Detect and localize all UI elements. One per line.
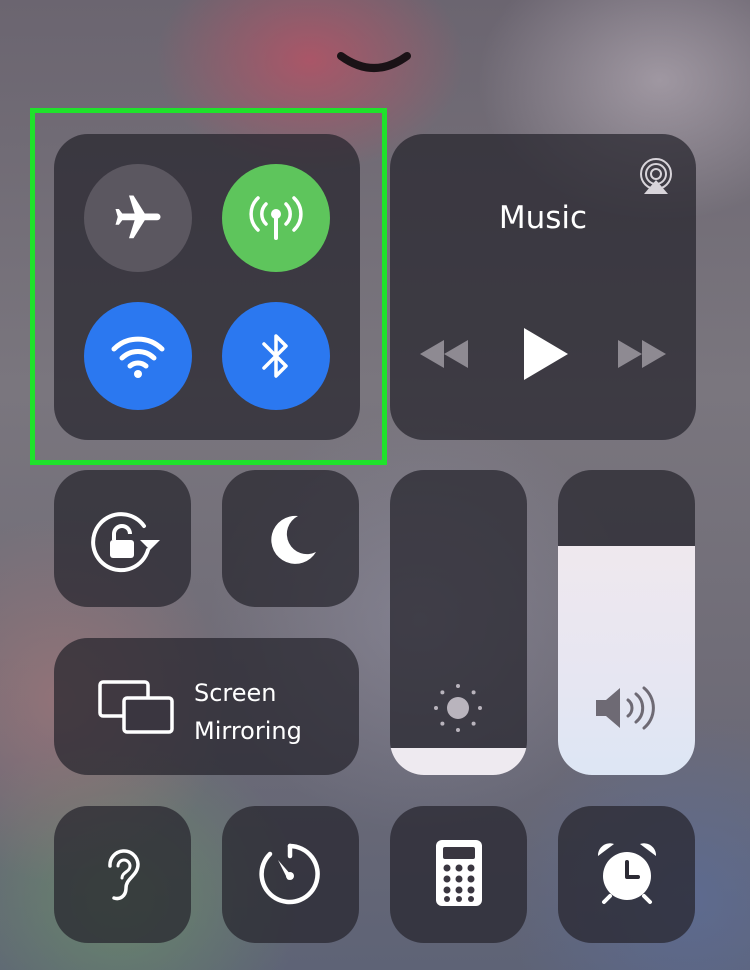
bluetooth-button[interactable] [222, 302, 330, 410]
dismiss-chevron-icon[interactable] [337, 50, 411, 76]
alarm-clock-icon [597, 843, 657, 904]
antenna-icon [249, 196, 303, 240]
screen-mirroring-label: Screen Mirroring [194, 674, 302, 750]
rewind-icon[interactable] [418, 338, 470, 370]
brightness-slider-fill [390, 747, 527, 775]
bluetooth-icon [262, 334, 288, 378]
sun-icon [434, 684, 482, 732]
cellular-data-button[interactable] [222, 164, 330, 272]
speaker-icon [596, 686, 655, 730]
ear-icon [108, 849, 140, 901]
airplay-icon[interactable] [636, 156, 676, 196]
rotation-lock-icon [91, 512, 160, 573]
airplane-icon [115, 195, 161, 239]
screen-mirroring-icon [98, 680, 174, 734]
fast-forward-icon[interactable] [616, 338, 668, 370]
play-icon[interactable] [520, 326, 572, 382]
music-title: Music [498, 200, 588, 236]
screen-mirroring-line1: Screen [194, 679, 277, 707]
volume-slider-fill [558, 546, 695, 775]
airplane-mode-button[interactable] [84, 164, 192, 272]
wifi-button[interactable] [84, 302, 192, 410]
timer-icon [259, 843, 320, 905]
wifi-icon [111, 336, 165, 378]
calculator-icon [436, 840, 482, 906]
screen-mirroring-line2: Mirroring [194, 717, 302, 745]
moon-icon [271, 515, 316, 564]
